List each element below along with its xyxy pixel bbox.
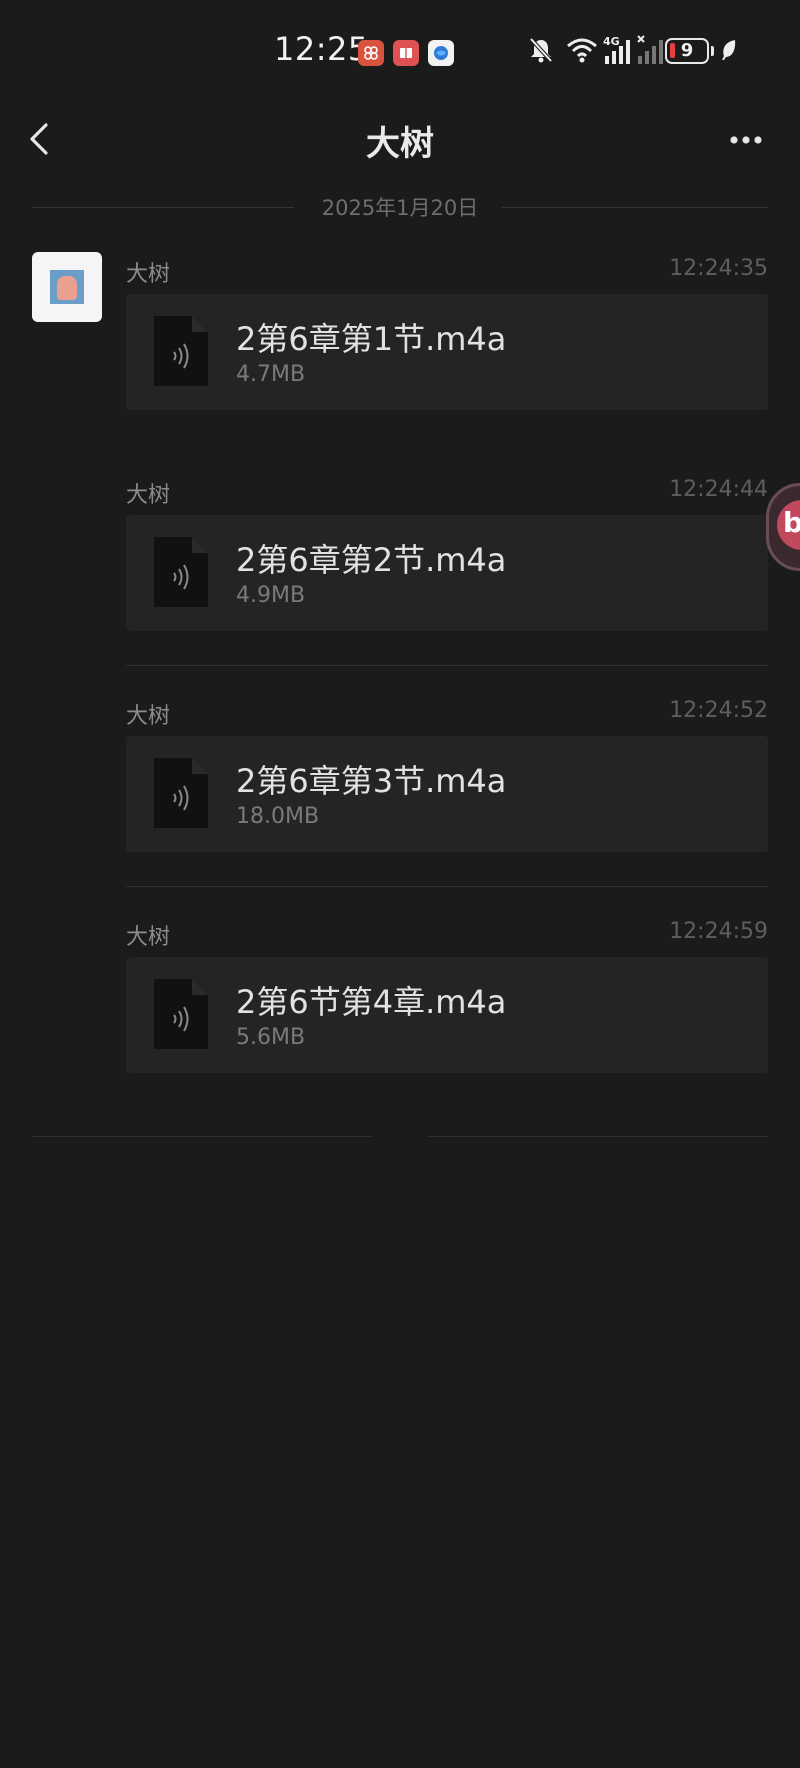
wifi-icon <box>566 36 598 68</box>
file-size: 4.7MB <box>236 362 306 387</box>
sender-name: 大树 <box>126 925 171 950</box>
audio-file-icon <box>154 758 208 828</box>
message-item: 大树 12:24:35 2第6章第1节.m4a 4.7MB <box>126 256 768 412</box>
more-button[interactable] <box>720 126 772 154</box>
status-indicators: 4G 9 <box>500 34 800 74</box>
avatar-image <box>50 270 84 304</box>
battery-level: 9 <box>680 40 694 61</box>
date-divider-line-right <box>502 207 768 208</box>
nav-bar: 大树 <box>0 108 800 170</box>
file-name: 2第6章第2节.m4a <box>236 541 507 579</box>
sender-name: 大树 <box>126 483 171 508</box>
message-time: 12:24:52 <box>669 698 768 723</box>
file-size: 4.9MB <box>236 583 306 608</box>
file-card[interactable]: 2第6章第2节.m4a 4.9MB <box>126 515 768 631</box>
battery-icon: 9 <box>665 38 709 64</box>
muted-bell-icon <box>528 36 554 68</box>
message-time: 12:24:44 <box>669 477 768 502</box>
message-separator <box>126 886 768 887</box>
leaf-icon <box>720 38 738 66</box>
message-time: 12:24:59 <box>669 919 768 944</box>
app-red-book-icon <box>393 40 419 66</box>
avatar-figure <box>57 276 77 300</box>
message-item: 大树 12:24:59 2第6节第4章.m4a 5.6MB <box>126 919 768 1075</box>
message-item: 大树 12:24:44 2第6章第2节.m4a 4.9MB <box>126 477 768 633</box>
file-name: 2第6节第4章.m4a <box>236 983 507 1021</box>
file-card[interactable]: 2第6章第3节.m4a 18.0MB <box>126 736 768 852</box>
battery-nub <box>711 46 714 56</box>
message-item: 大树 12:24:52 2第6章第3节.m4a 18.0MB <box>126 698 768 854</box>
floating-bubble[interactable]: bi <box>766 483 800 571</box>
signal-no-service-icon <box>636 34 666 70</box>
audio-file-icon <box>154 316 208 386</box>
status-time: 12:25 <box>274 30 369 68</box>
date-divider: 2025年1月20日 <box>32 190 768 224</box>
more-dots-icon <box>730 136 762 144</box>
page-title: 大树 <box>366 124 434 164</box>
file-card[interactable]: 2第6章第1节.m4a 4.7MB <box>126 294 768 410</box>
file-size: 5.6MB <box>236 1025 306 1050</box>
audio-file-icon <box>154 979 208 1049</box>
file-name: 2第6章第3节.m4a <box>236 762 507 800</box>
app-red-grid-icon <box>358 40 384 66</box>
signal-4g-icon: 4G <box>603 34 637 70</box>
sender-name: 大树 <box>126 262 171 287</box>
file-name: 2第6章第1节.m4a <box>236 320 507 358</box>
avatar[interactable] <box>32 252 102 322</box>
message-time: 12:24:35 <box>669 256 768 281</box>
network-label: 4G <box>603 35 620 48</box>
message-separator <box>126 665 768 666</box>
app-blue-globe-icon <box>428 40 454 66</box>
status-bar: 12:25 4G 9 <box>0 0 800 108</box>
audio-file-icon <box>154 537 208 607</box>
floating-bubble-label: bi <box>783 506 800 539</box>
sender-name: 大树 <box>126 704 171 729</box>
file-card[interactable]: 2第6节第4章.m4a 5.6MB <box>126 957 768 1073</box>
file-size: 18.0MB <box>236 804 320 829</box>
end-divider-left <box>32 1136 372 1137</box>
end-divider-right <box>428 1136 768 1137</box>
